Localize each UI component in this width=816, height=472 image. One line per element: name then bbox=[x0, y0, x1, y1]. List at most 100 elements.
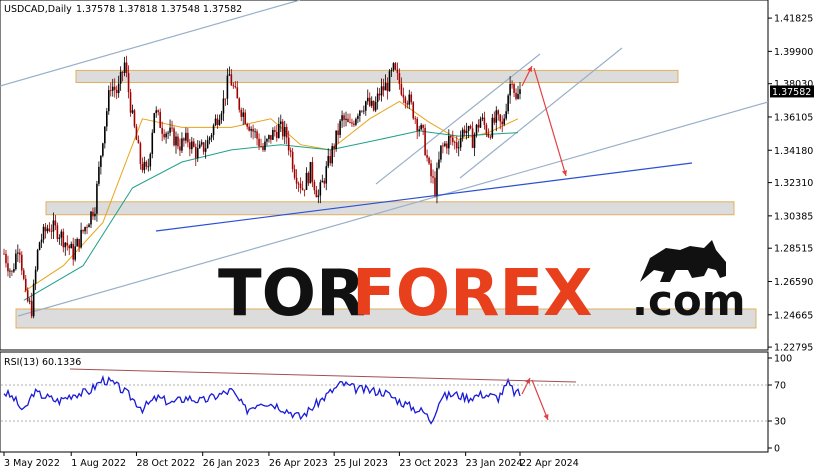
candle-body bbox=[317, 195, 320, 198]
candle-body bbox=[329, 156, 332, 164]
candle-body bbox=[256, 131, 258, 139]
last-price-tag: 1.37582 bbox=[770, 85, 814, 98]
candle-body bbox=[355, 118, 357, 125]
candle-body bbox=[293, 169, 296, 178]
candle-body bbox=[436, 167, 438, 195]
candle-body bbox=[301, 188, 304, 190]
rsi-tick-label: 0 bbox=[774, 444, 780, 455]
candle-body bbox=[123, 62, 126, 73]
candle-body bbox=[357, 115, 359, 119]
candle-body bbox=[11, 270, 13, 272]
price-tick-label: 1.39900 bbox=[774, 47, 813, 58]
candle-body bbox=[58, 237, 61, 239]
candle-body bbox=[278, 123, 280, 138]
candle-body bbox=[13, 269, 15, 272]
candle-body bbox=[104, 126, 106, 144]
candle-body bbox=[457, 147, 460, 149]
candle-body bbox=[159, 111, 161, 128]
candle-body bbox=[323, 180, 326, 184]
time-axis: 3 May 2022 1 Aug 2022 28 Oct 2022 26 Jan 20… bbox=[3, 452, 579, 469]
candle-body bbox=[153, 113, 156, 133]
candle-body bbox=[22, 270, 25, 279]
candle-body bbox=[268, 135, 270, 140]
candle-body bbox=[145, 161, 148, 167]
candle-body bbox=[64, 242, 67, 248]
candle-body bbox=[204, 148, 207, 152]
candle-body bbox=[327, 156, 330, 167]
candle-body bbox=[238, 98, 241, 110]
candle-body bbox=[214, 118, 217, 126]
candle-body bbox=[416, 118, 418, 131]
candle-body bbox=[515, 92, 517, 99]
candle-body bbox=[487, 133, 490, 137]
candle-body bbox=[481, 117, 484, 120]
candle-body bbox=[489, 136, 492, 138]
candle-body bbox=[206, 140, 209, 149]
symbol-label: USDCAD,Daily bbox=[4, 4, 72, 15]
candle-body bbox=[479, 119, 482, 128]
candle-body bbox=[495, 110, 498, 123]
candle-body bbox=[374, 102, 377, 111]
candle-body bbox=[349, 122, 351, 123]
price-tick-label: 1.26590 bbox=[774, 277, 813, 288]
candle-body bbox=[378, 93, 381, 96]
candle-body bbox=[398, 73, 401, 84]
candle-body bbox=[157, 110, 160, 112]
candle-body bbox=[192, 141, 195, 147]
candle-body bbox=[173, 128, 175, 146]
candle-body bbox=[36, 250, 39, 270]
candle-body bbox=[511, 83, 513, 85]
candle-body bbox=[418, 129, 420, 131]
candle-body bbox=[139, 143, 142, 164]
candle-body bbox=[200, 142, 203, 145]
logo-tor-text: TOR bbox=[218, 257, 365, 331]
candle-body bbox=[465, 130, 468, 134]
candle-body bbox=[187, 132, 189, 143]
candle-body bbox=[92, 211, 94, 217]
candle-body bbox=[272, 130, 274, 140]
candle-body bbox=[311, 162, 314, 182]
candle-body bbox=[434, 177, 436, 195]
candle-body bbox=[121, 71, 124, 73]
candle-body bbox=[503, 118, 505, 125]
candle-body bbox=[218, 119, 221, 125]
candle-body bbox=[19, 252, 21, 255]
candle-body bbox=[9, 270, 11, 272]
candle-body bbox=[48, 228, 51, 232]
candle-body bbox=[76, 238, 78, 247]
candle-body bbox=[216, 118, 219, 125]
price-axis: 1.418251.399001.380301.361051.341801.323… bbox=[768, 14, 813, 354]
candle-body bbox=[196, 148, 199, 159]
candle-body bbox=[303, 189, 306, 191]
candle-body bbox=[42, 226, 45, 240]
candle-body bbox=[440, 145, 442, 160]
candle-body bbox=[325, 166, 328, 184]
candle-body bbox=[181, 138, 183, 151]
candle-body bbox=[313, 181, 316, 191]
zone-support-middle bbox=[45, 201, 735, 216]
candle-body bbox=[463, 129, 466, 134]
candle-body bbox=[376, 93, 379, 103]
candle-body bbox=[131, 110, 134, 113]
candle-body bbox=[396, 69, 399, 74]
candle-body bbox=[117, 83, 120, 94]
time-tick-label: 22 Apr 2024 bbox=[520, 458, 579, 469]
candle-body bbox=[321, 180, 324, 183]
price-tick-label: 1.34180 bbox=[774, 146, 813, 157]
candle-body bbox=[483, 117, 486, 125]
price-tick-label: 1.36105 bbox=[774, 112, 813, 123]
candle-body bbox=[90, 211, 92, 225]
price-tick-label: 1.22795 bbox=[774, 343, 813, 354]
candle-body bbox=[394, 63, 397, 70]
candle-body bbox=[78, 238, 80, 248]
candle-body bbox=[364, 101, 367, 111]
candle-body bbox=[291, 151, 294, 170]
candle-body bbox=[347, 118, 349, 123]
candle-body bbox=[384, 82, 387, 91]
candle-body bbox=[353, 123, 355, 125]
candle-body bbox=[444, 143, 446, 146]
candle-body bbox=[119, 71, 122, 84]
candle-body bbox=[513, 84, 515, 93]
candle-body bbox=[448, 135, 450, 149]
candle-body bbox=[341, 115, 343, 121]
